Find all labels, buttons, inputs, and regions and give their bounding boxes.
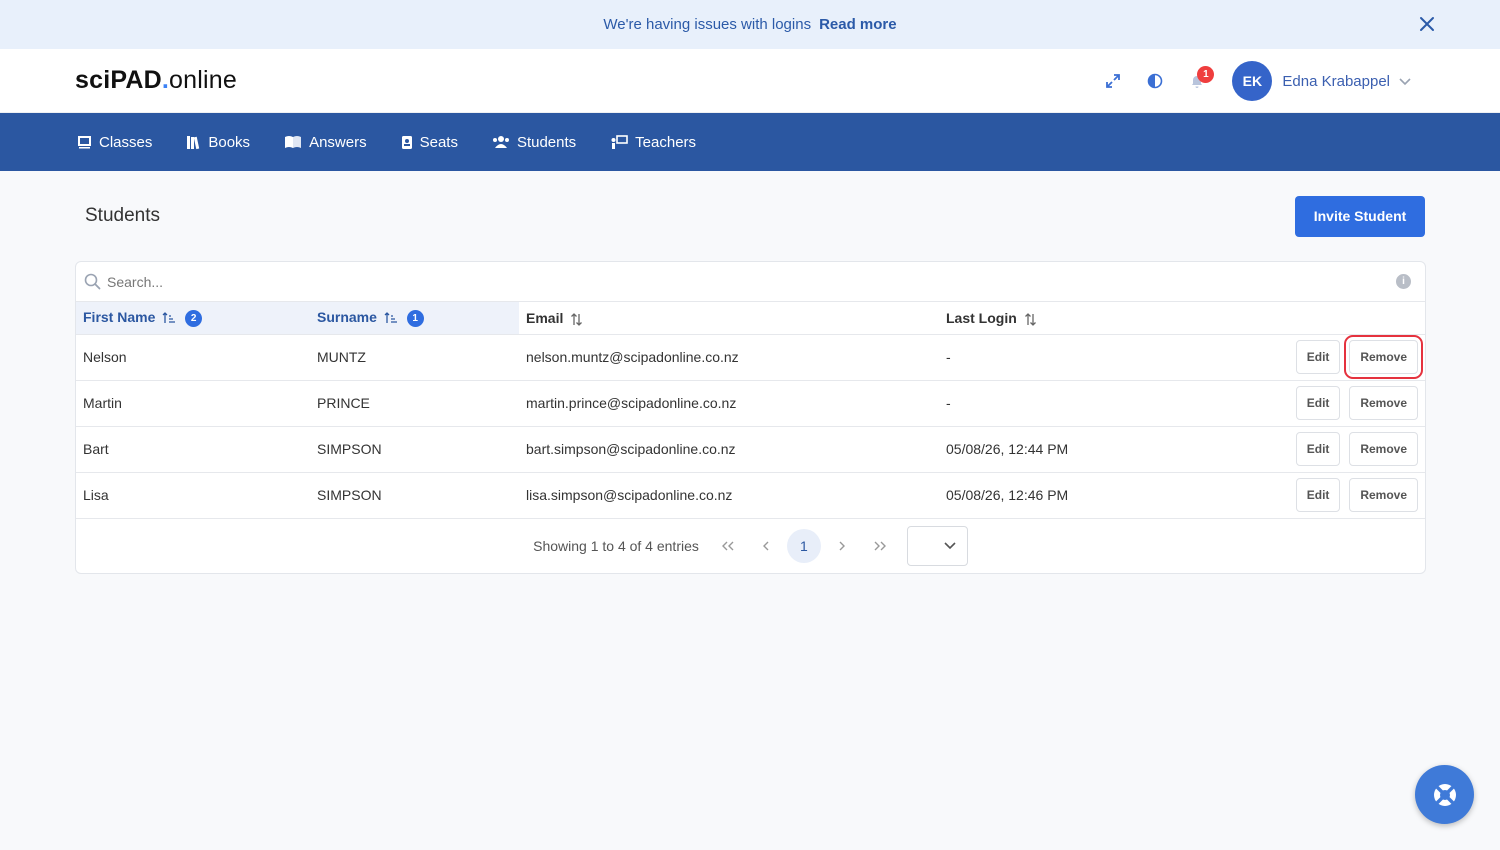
close-icon[interactable]: [1418, 15, 1436, 33]
students-table-card: i First Name 2 Surname 1 Email: [75, 261, 1426, 574]
table-row: Lisa SIMPSON lisa.simpson@scipadonline.c…: [76, 472, 1425, 519]
notifications-bell-icon[interactable]: 1: [1176, 60, 1218, 102]
cell-surname: PRINCE: [310, 380, 519, 427]
avatar[interactable]: EK: [1232, 61, 1273, 101]
chevrons-right-icon: [874, 541, 886, 550]
sort-icon: [1024, 312, 1036, 326]
page-button-1[interactable]: 1: [786, 528, 821, 563]
column-header-actions: [1171, 302, 1425, 335]
next-page-button[interactable]: [823, 528, 861, 564]
page-title: Students: [85, 205, 160, 226]
user-name[interactable]: Edna Krabappel: [1282, 73, 1390, 90]
cell-surname: SIMPSON: [310, 472, 519, 519]
sort-order-badge: 2: [185, 309, 203, 327]
table-row: Bart SIMPSON bart.simpson@scipadonline.c…: [76, 426, 1425, 473]
students-icon: [492, 136, 509, 148]
row-actions: Edit Remove: [1171, 334, 1425, 381]
cell-last-login: -: [939, 334, 1172, 381]
edit-button[interactable]: Edit: [1295, 478, 1341, 512]
cell-first-name: Nelson: [76, 334, 310, 381]
nav-item-students[interactable]: Students: [492, 134, 576, 151]
cell-email: nelson.muntz@scipadonline.co.nz: [519, 334, 939, 381]
remove-button[interactable]: Remove: [1349, 432, 1418, 466]
cell-last-login: 05/08/26, 12:44 PM: [939, 426, 1172, 473]
pagination-info: Showing 1 to 4 of 4 entries: [533, 537, 699, 554]
edit-button[interactable]: Edit: [1295, 432, 1341, 466]
pagination: Showing 1 to 4 of 4 entries 1: [76, 519, 1425, 573]
notification-badge: 1: [1197, 66, 1215, 83]
lifebuoy-icon: [1433, 783, 1456, 806]
fullscreen-icon[interactable]: [1092, 60, 1134, 102]
teachers-icon: [611, 134, 628, 149]
rows-per-page-select[interactable]: [906, 525, 968, 566]
app-header: sciPAD.online 1 EK Edna Krabappel: [0, 49, 1500, 113]
table-header-row: First Name 2 Surname 1 Email Last Login: [76, 302, 1425, 335]
column-header-surname[interactable]: Surname 1: [310, 302, 519, 335]
cell-first-name: Lisa: [76, 472, 310, 519]
last-page-button[interactable]: [861, 528, 899, 564]
chevron-down-icon: [944, 541, 956, 549]
nav-item-answers[interactable]: Answers: [284, 134, 367, 151]
seats-icon: [401, 135, 412, 149]
cell-email: martin.prince@scipadonline.co.nz: [519, 380, 939, 427]
cell-email: lisa.simpson@scipadonline.co.nz: [519, 472, 939, 519]
main-content: Students Invite Student i First Name 2 S…: [0, 171, 1500, 574]
cell-surname: SIMPSON: [310, 426, 519, 473]
search-input[interactable]: [107, 273, 1307, 290]
contrast-icon[interactable]: [1134, 60, 1176, 102]
edit-button[interactable]: Edit: [1295, 340, 1341, 374]
answers-icon: [285, 136, 302, 148]
books-icon: [187, 135, 200, 149]
nav-item-seats[interactable]: Seats: [401, 134, 458, 151]
chevrons-left-icon: [721, 541, 734, 550]
previous-page-button[interactable]: [747, 528, 785, 564]
nav-item-books[interactable]: Books: [186, 134, 250, 151]
chevron-right-icon: [839, 541, 845, 550]
info-icon[interactable]: i: [1396, 274, 1411, 289]
first-page-button[interactable]: [709, 528, 747, 564]
logo[interactable]: sciPAD.online: [75, 66, 237, 95]
search-icon: [84, 273, 101, 290]
cell-last-login: -: [939, 380, 1172, 427]
row-actions: Edit Remove: [1171, 472, 1425, 519]
table-row: Martin PRINCE martin.prince@scipadonline…: [76, 380, 1425, 427]
nav-item-teachers[interactable]: Teachers: [610, 134, 696, 151]
chevron-down-icon[interactable]: [1398, 74, 1412, 88]
main-nav: Classes Books Answers Seats Students Tea…: [0, 113, 1500, 171]
remove-button[interactable]: Remove: [1344, 335, 1423, 379]
announcement-banner: We're having issues with logins Read mor…: [0, 0, 1500, 49]
row-actions: Edit Remove: [1171, 426, 1425, 473]
column-header-first-name[interactable]: First Name 2: [76, 302, 310, 335]
cell-surname: MUNTZ: [310, 334, 519, 381]
chevron-left-icon: [762, 541, 769, 550]
remove-button[interactable]: Remove: [1349, 386, 1418, 420]
sort-icon: [571, 312, 583, 326]
cell-email: bart.simpson@scipadonline.co.nz: [519, 426, 939, 473]
invite-student-button[interactable]: Invite Student: [1295, 195, 1425, 237]
classes-icon: [78, 136, 91, 149]
read-more-link[interactable]: Read more: [819, 16, 897, 33]
edit-button[interactable]: Edit: [1295, 386, 1341, 420]
search-bar: i: [76, 262, 1425, 302]
column-header-last-login[interactable]: Last Login: [939, 302, 1172, 335]
row-actions: Edit Remove: [1171, 380, 1425, 427]
remove-button[interactable]: Remove: [1349, 478, 1418, 512]
students-table: First Name 2 Surname 1 Email Last Login …: [76, 302, 1425, 519]
cell-first-name: Martin: [76, 380, 310, 427]
table-row: Nelson MUNTZ nelson.muntz@scipadonline.c…: [76, 334, 1425, 381]
nav-item-classes[interactable]: Classes: [77, 134, 152, 151]
banner-message: We're having issues with logins: [603, 16, 812, 33]
sort-ascending-icon: [384, 312, 397, 324]
cell-last-login: 05/08/26, 12:46 PM: [939, 472, 1172, 519]
help-button[interactable]: [1415, 765, 1474, 824]
cell-first-name: Bart: [76, 426, 310, 473]
sort-order-badge: 1: [406, 309, 424, 327]
column-header-email[interactable]: Email: [519, 302, 939, 335]
sort-ascending-icon: [162, 312, 176, 324]
